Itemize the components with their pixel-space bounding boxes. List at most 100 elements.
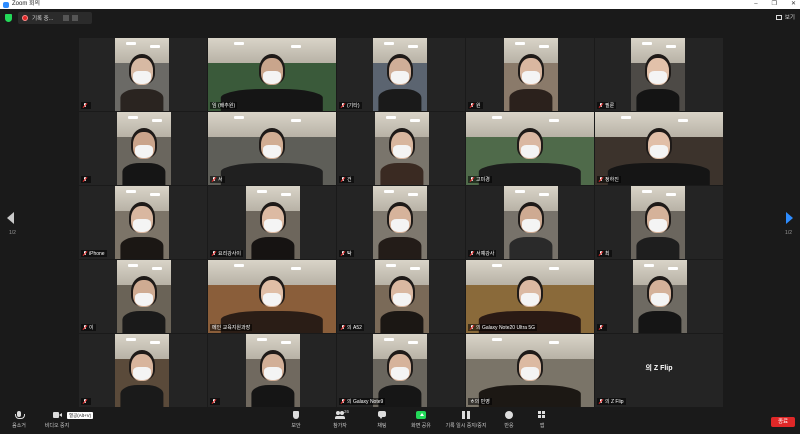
- participant-video: [466, 334, 594, 407]
- share-screen-button[interactable]: 화면 공유: [403, 411, 439, 429]
- participant-tile[interactable]: 메인 교육지원과장: [208, 260, 336, 333]
- face-mask: [263, 293, 281, 306]
- participant-tile[interactable]: iPhone: [79, 186, 207, 259]
- minimize-button[interactable]: –: [754, 0, 757, 9]
- ceiling-light: [641, 190, 652, 193]
- close-button[interactable]: ✕: [791, 0, 796, 9]
- face-mask: [651, 293, 669, 306]
- ceiling-light: [514, 190, 525, 193]
- participant-tile[interactable]: 정하진: [595, 112, 723, 185]
- participant-tile[interactable]: 최: [595, 186, 723, 259]
- participant-tile[interactable]: 요리강사이: [208, 186, 336, 259]
- participant-tile[interactable]: 고미경: [466, 112, 594, 185]
- participant-tile[interactable]: 원: [466, 38, 594, 111]
- microphone-icon: [15, 411, 25, 419]
- participant-tile[interactable]: 의 Galaxy Note9: [337, 334, 465, 407]
- ceiling-light: [125, 190, 136, 193]
- participant-tile[interactable]: [79, 38, 207, 111]
- participant-video: [115, 38, 169, 111]
- security-shield-icon[interactable]: [5, 14, 12, 22]
- participant-video: [466, 260, 594, 333]
- pause-icon: [462, 411, 470, 419]
- face-mask: [521, 293, 539, 306]
- view-label: 보기: [784, 15, 795, 21]
- participant-tile[interactable]: [79, 334, 207, 407]
- view-button[interactable]: 보기: [775, 13, 795, 21]
- ceiling-light: [514, 42, 525, 45]
- participant-name: 최: [605, 251, 610, 257]
- participant-name: 탁: [347, 251, 352, 257]
- muted-microphone-icon: [341, 325, 345, 330]
- participants-button[interactable]: 26 참가자: [322, 409, 358, 429]
- stop-recording-icon[interactable]: [72, 15, 79, 21]
- participant-name-label: [210, 398, 220, 405]
- reactions-button[interactable]: 반응: [491, 411, 527, 429]
- security-button[interactable]: 보안: [278, 411, 314, 429]
- participant-tile[interactable]: [208, 334, 336, 407]
- face-mask: [391, 219, 409, 232]
- recording-indicator: 기록 중...: [18, 12, 92, 24]
- participant-video: [246, 186, 300, 259]
- participant-tile[interactable]: 탁: [337, 186, 465, 259]
- participant-tile[interactable]: 필룬: [595, 38, 723, 111]
- face-mask: [135, 145, 153, 158]
- participant-name-label: [81, 102, 91, 109]
- participant-video: [466, 112, 594, 185]
- ceiling-light: [491, 264, 502, 267]
- ceiling-light: [620, 116, 631, 119]
- apps-button[interactable]: 앱: [524, 411, 560, 429]
- muted-microphone-icon: [470, 325, 474, 330]
- recording-button[interactable]: 기록 일시 중지/중지: [446, 411, 486, 429]
- page-indicator-right: 1/2: [785, 230, 792, 236]
- participant-tile[interactable]: 건: [337, 112, 465, 185]
- prev-page-arrow-icon[interactable]: [7, 212, 14, 224]
- face-mask: [649, 219, 667, 232]
- face-mask: [393, 145, 411, 158]
- person-body: [120, 237, 164, 259]
- participant-name: iPhone: [89, 250, 105, 257]
- ceiling-light: [233, 264, 244, 267]
- participant-tile[interactable]: [79, 112, 207, 185]
- camera-icon: [53, 411, 62, 419]
- participant-name: 서예강사: [476, 251, 495, 257]
- muted-microphone-icon: [341, 103, 345, 108]
- participant-tile[interactable]: 이: [79, 260, 207, 333]
- participant-tile[interactable]: 서: [208, 112, 336, 185]
- participant-name-label: 고미경: [468, 176, 492, 183]
- participant-tile[interactable]: 의 A52: [337, 260, 465, 333]
- participant-tile[interactable]: (기타): [337, 38, 465, 111]
- participant-video: [631, 186, 685, 259]
- face-mask: [133, 71, 151, 84]
- participant-video: [208, 38, 336, 111]
- maximize-button[interactable]: ❐: [772, 0, 777, 9]
- participant-tile[interactable]: 의 Galaxy Note20 Ultra 5G: [466, 260, 594, 333]
- chat-button[interactable]: 채팅: [364, 411, 400, 429]
- participant-video: [115, 186, 169, 259]
- participant-tile[interactable]: 의 Z Flip 의 Z Flip: [595, 334, 723, 407]
- end-meeting-button[interactable]: 종료: [771, 417, 795, 427]
- ceiling-light: [539, 45, 550, 48]
- muted-microphone-icon: [341, 399, 345, 404]
- participant-tile[interactable]: 서예강사: [466, 186, 594, 259]
- participant-video: [246, 334, 300, 407]
- ceiling-light: [549, 119, 560, 122]
- person-body: [378, 237, 422, 259]
- muted-microphone-icon: [83, 103, 87, 108]
- person-body: [120, 385, 164, 407]
- face-mask: [391, 367, 409, 380]
- pause-recording-icon[interactable]: [63, 15, 70, 21]
- mute-button[interactable]: 음소거: [1, 411, 37, 429]
- participant-tile[interactable]: ㅎ의 민영: [466, 334, 594, 407]
- participant-name-label: 서예강사: [468, 250, 497, 257]
- zoom-logo-icon: [3, 1, 9, 8]
- ceiling-light: [291, 267, 302, 270]
- ceiling-light: [491, 338, 502, 341]
- muted-microphone-icon: [470, 251, 474, 256]
- ceiling-light: [150, 193, 161, 196]
- participant-tile[interactable]: 임 (배추원): [208, 38, 336, 111]
- participant-tile[interactable]: [595, 260, 723, 333]
- participant-name: 의 Galaxy Note9: [347, 399, 384, 405]
- participant-name: ㅎ의 민영: [470, 399, 490, 405]
- participant-name-label: 의 Z Flip: [597, 398, 626, 405]
- next-page-arrow-icon[interactable]: [786, 212, 793, 224]
